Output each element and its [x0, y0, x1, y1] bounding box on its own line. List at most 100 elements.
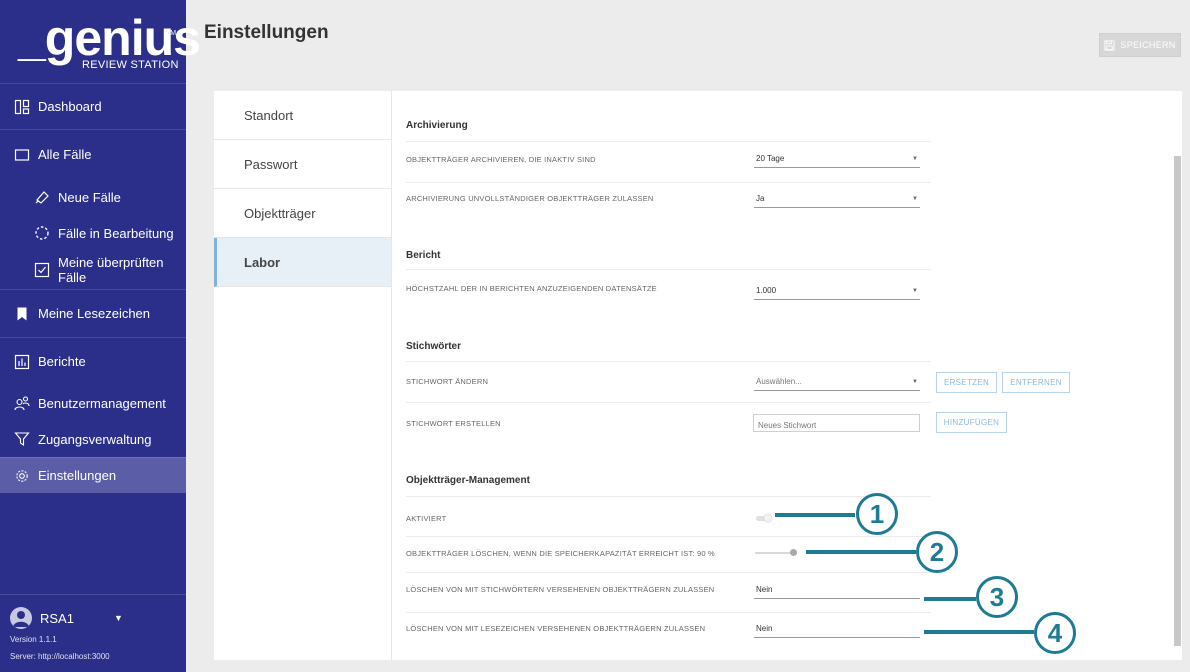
sidebar-item-reviewed-cases[interactable]: Meine überprüften Fälle [0, 251, 186, 289]
report-max-records-select[interactable]: 1.000 ▼ [754, 284, 920, 300]
archive-inactive-label: OBJEKTTRÄGER ARCHIVIEREN, DIE INAKTIV SI… [406, 155, 596, 164]
sidebar-item-bookmarks[interactable]: Meine Lesezeichen [0, 289, 186, 337]
sidebar-item-label: Berichte [38, 354, 86, 369]
keyword-change-select[interactable]: Auswählen... ▼ [754, 375, 920, 391]
enabled-toggle[interactable] [756, 514, 772, 522]
progress-circle-icon [34, 225, 50, 241]
divider [406, 182, 931, 183]
subnav-item-slides[interactable]: Objektträger [214, 189, 391, 238]
checkbox-icon [34, 262, 50, 278]
bar-chart-icon [14, 354, 30, 370]
archive-incomplete-label: ARCHIVIERUNG UNVOLLSTÄNDIGER OBJEKTTRÄGE… [406, 194, 654, 203]
bookmark-icon [14, 306, 30, 322]
sidebar-item-dashboard[interactable]: Dashboard [0, 83, 186, 129]
select-value: Ja [756, 194, 765, 203]
save-label: SPEICHERN [1120, 40, 1176, 50]
delete-keyworded-select[interactable]: Nein [754, 583, 920, 599]
select-placeholder: Auswählen... [756, 377, 802, 386]
delete-at-capacity-label: OBJEKTTRÄGER LÖSCHEN, WENN DIE SPEICHERK… [406, 549, 715, 558]
callout-badge-4: 4 [1034, 612, 1076, 654]
archive-inactive-select[interactable]: 20 Tage ▼ [754, 152, 920, 168]
user-menu[interactable]: RSA1 ▼ [10, 607, 186, 629]
divider [406, 141, 931, 142]
dropdown-caret-icon: ▼ [912, 156, 918, 162]
report-max-records-label: HÖCHSTZAHL DER IN BERICHTEN ANZUZEIGENDE… [406, 284, 657, 293]
select-value: Nein [756, 585, 773, 594]
dropdown-caret-icon: ▼ [912, 196, 918, 202]
settings-panel: Standort Passwort Objektträger Labor Arc… [214, 91, 1182, 660]
sidebar-item-label: Benutzermanagement [38, 395, 166, 411]
section-title-slide-management: Objektträger-Management [406, 475, 530, 486]
logo-word: _genius [18, 10, 201, 66]
callout-line-4 [924, 630, 1034, 634]
user-name: RSA1 [40, 610, 74, 626]
callout-line-3 [924, 597, 976, 601]
sidebar-item-cases-in-progress[interactable]: Fälle in Bearbeitung [0, 215, 186, 251]
dashboard-icon [14, 99, 30, 115]
sidebar-item-user-management[interactable]: Benutzermanagement [0, 385, 186, 421]
slider-thumb[interactable] [790, 549, 797, 556]
subnav-item-location[interactable]: Standort [214, 91, 391, 140]
keyword-change-label: STICHWORT ÄNDERN [406, 377, 489, 386]
save-button[interactable]: SPEICHERN [1099, 33, 1181, 57]
version-text: Version 1.1.1 [10, 635, 57, 644]
archive-incomplete-select[interactable]: Ja ▼ [754, 192, 920, 208]
chevron-down-icon[interactable]: ▼ [114, 613, 123, 623]
gear-icon [14, 468, 30, 484]
delete-keyworded-label: LÖSCHEN VON MIT STICHWÖRTERN VERSEHENEN … [406, 585, 715, 594]
sidebar-item-new-cases[interactable]: Neue Fälle [0, 179, 186, 215]
divider [406, 536, 931, 537]
divider [406, 361, 931, 362]
callout-badge-1: 1 [856, 493, 898, 535]
sidebar-item-all-cases[interactable]: Alle Fälle [0, 129, 186, 179]
sidebar-item-access-management[interactable]: Zugangsverwaltung [0, 421, 186, 457]
sidebar-item-reports[interactable]: Berichte [0, 337, 186, 385]
new-keyword-input[interactable] [753, 414, 920, 432]
delete-bookmarked-label: LÖSCHEN VON MIT LESEZEICHEN VERSEHENEN O… [406, 624, 706, 633]
user-block: RSA1 ▼ Version 1.1.1 Server: http://loca… [0, 594, 186, 672]
callout-badge-3: 3 [976, 576, 1018, 618]
delete-bookmarked-select[interactable]: Nein [754, 622, 920, 638]
sidebar-item-label: Meine Lesezeichen [38, 306, 151, 321]
content-scrollbar[interactable] [1174, 156, 1181, 646]
sidebar-item-label: Neue Fälle [58, 189, 121, 205]
callout-line-1 [775, 513, 855, 517]
logo-subtitle: REVIEW STATION [82, 59, 179, 71]
remove-button[interactable]: ENTFERNEN [1002, 372, 1070, 393]
add-keyword-button[interactable]: HINZUFÜGEN [936, 412, 1007, 433]
divider [406, 612, 931, 613]
callout-badge-2: 2 [916, 531, 958, 573]
select-value: 1.000 [756, 286, 777, 295]
sidebar-item-settings[interactable]: Einstellungen [0, 457, 186, 493]
capacity-slider[interactable] [755, 549, 797, 557]
toggle-knob [764, 514, 772, 522]
settings-content: Archivierung OBJEKTTRÄGER ARCHIVIEREN, D… [406, 91, 1166, 660]
divider [406, 269, 931, 270]
slide-icon [34, 189, 50, 205]
sidebar-item-label: Fälle in Bearbeitung [58, 225, 174, 241]
sidebar-item-label: Meine überprüften Fälle [58, 255, 164, 285]
sidebar: _genius TM REVIEW STATION Dashboard Alle… [0, 0, 201, 672]
divider [406, 572, 931, 573]
select-value: Nein [756, 624, 773, 633]
replace-button[interactable]: ERSETZEN [936, 372, 997, 393]
section-title-keywords: Stichwörter [406, 341, 462, 352]
dropdown-caret-icon: ▼ [912, 288, 918, 294]
select-value: 20 Tage [756, 154, 785, 163]
section-title-report: Bericht [406, 250, 441, 261]
page-title: Einstellungen [204, 22, 329, 43]
app-logo: _genius TM REVIEW STATION [0, 0, 201, 83]
subnav-item-lab[interactable]: Labor [214, 238, 391, 287]
sidebar-item-label: Dashboard [38, 99, 102, 114]
divider [406, 402, 931, 403]
sidebar-item-label: Einstellungen [38, 468, 117, 483]
callout-line-2 [806, 550, 916, 554]
logo-trademark: TM [166, 30, 177, 37]
sidebar-item-label: Zugangsverwaltung [38, 431, 152, 447]
server-text: Server: http://localhost:3000 [10, 652, 110, 661]
folder-icon [14, 147, 30, 163]
access-icon [14, 431, 30, 447]
subnav-item-password[interactable]: Passwort [214, 140, 391, 189]
save-icon [1104, 39, 1115, 51]
divider [406, 496, 931, 497]
